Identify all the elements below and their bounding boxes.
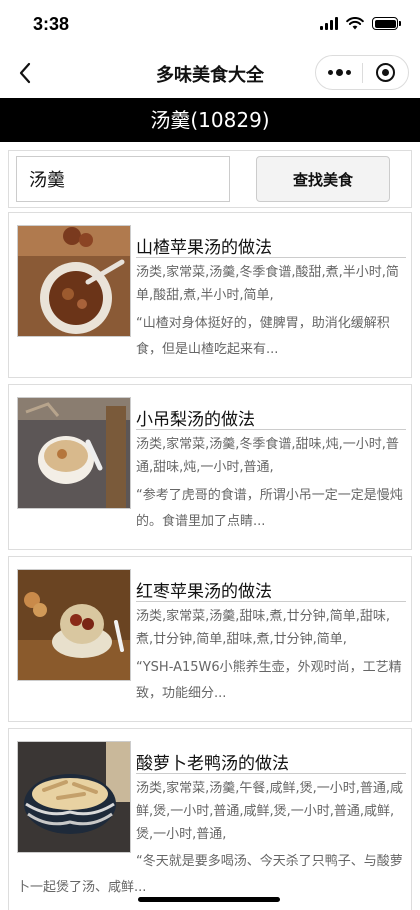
recipe-description: “YSH-A15W6小熊养生壶，外观时尚，工艺精致，功能细分... [136,660,402,701]
home-indicator [138,897,280,902]
recipe-thumbnail [17,569,131,681]
recipe-description: “冬天就是要多喝汤、今天杀了只鸭子、与酸萝卜一起煲了汤、咸鲜... [17,854,403,895]
category-banner: 汤羹(10829) [0,98,420,142]
battery-icon [372,17,401,30]
recipe-tags: 汤类,家常菜,汤羹,冬季食谱,酸甜,煮,半小时,简单,酸甜,煮,半小时,简单, [136,265,399,303]
status-time: 3:38 [33,14,70,34]
search-input[interactable] [16,156,230,202]
mini-program-capsule [315,55,409,90]
target-circle-icon [376,63,395,82]
title-divider [136,601,406,602]
wifi-icon [346,17,364,30]
status-bar: 3:38 [0,0,420,50]
recipe-card[interactable]: 酸萝卜老鸭汤的做法 汤类,家常菜,汤羹,午餐,咸鲜,煲,一小时,普通,咸鲜,煲,… [8,728,412,910]
more-button[interactable] [316,56,362,89]
recipe-title: 山楂苹果汤的做法 [136,238,272,258]
close-mini-program-button[interactable] [363,56,408,89]
title-divider [136,773,406,774]
status-icons [320,17,401,30]
recipe-tags: 汤类,家常菜,汤羹,午餐,咸鲜,煲,一小时,普通,咸鲜,煲,一小时,普通,咸鲜,… [136,781,404,842]
recipe-description: “山楂对身体挺好的，健脾胃，助消化缓解积食，但是山楂吃起来有... [136,316,390,357]
recipe-card[interactable]: 小吊梨汤的做法 汤类,家常菜,汤羹,冬季食谱,甜味,炖,一小时,普通,甜味,炖,… [8,384,412,550]
recipe-thumbnail [17,225,131,337]
recipe-tags: 汤类,家常菜,汤羹,甜味,煮,廿分钟,简单,甜味,煮,廿分钟,简单,甜味,煮,廿… [136,609,391,647]
recipe-tags: 汤类,家常菜,汤羹,冬季食谱,甜味,炖,一小时,普通,甜味,炖,一小时,普通, [136,437,399,475]
search-button[interactable]: 查找美食 [256,156,390,202]
signal-icon [320,17,338,30]
recipe-title: 酸萝卜老鸭汤的做法 [136,754,289,774]
search-area: 查找美食 [8,150,412,208]
title-divider [136,257,406,258]
recipe-title: 红枣苹果汤的做法 [136,582,272,602]
recipe-title: 小吊梨汤的做法 [136,410,255,430]
recipe-description: “参考了虎哥的食谱，所谓小吊一定一定是慢炖的。食谱里加了点睛... [136,488,403,529]
nav-bar: 多味美食大全 [0,50,420,98]
recipe-card[interactable]: 山楂苹果汤的做法 汤类,家常菜,汤羹,冬季食谱,酸甜,煮,半小时,简单,酸甜,煮… [8,212,412,378]
recipe-card[interactable]: 红枣苹果汤的做法 汤类,家常菜,汤羹,甜味,煮,廿分钟,简单,甜味,煮,廿分钟,… [8,556,412,722]
recipe-thumbnail [17,741,131,853]
title-divider [136,429,406,430]
recipe-thumbnail [17,397,131,509]
